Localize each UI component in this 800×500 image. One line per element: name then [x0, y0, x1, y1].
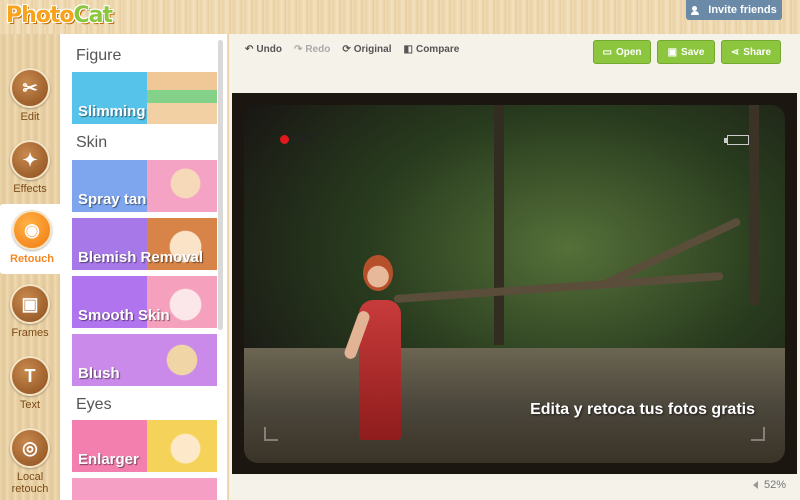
frame-corner-br: [751, 427, 765, 441]
card-spray-tan-label: Spray tan: [78, 191, 147, 208]
save-label: Save: [681, 46, 705, 58]
woman-head: [363, 255, 393, 291]
share-icon: ⋖: [730, 46, 740, 58]
invite-friends-label: Invite friends: [708, 4, 777, 16]
people-icon: [691, 5, 703, 15]
refresh-icon: ⟳: [342, 44, 351, 55]
invite-friends-button[interactable]: Invite friends: [686, 0, 782, 20]
share-button[interactable]: ⋖ Share: [721, 40, 781, 64]
compare-icon: ◧: [403, 44, 413, 55]
frame-corner-bl: [264, 427, 278, 441]
card-slimming-label: Slimming: [78, 103, 146, 120]
tree-trunk: [494, 105, 504, 345]
photo-caption: Edita y retoca tus fotos gratis: [530, 401, 755, 418]
blush-illustration: [147, 334, 217, 386]
zoom-out-icon[interactable]: [752, 481, 758, 489]
folder-icon: ▭: [602, 46, 612, 58]
frame-icon: ▣: [10, 284, 50, 324]
rec-label: REC: [293, 133, 317, 145]
tool-rail: ✂ Edit ✦ Effects ◉ Retouch ▣ Frames T Te…: [0, 34, 64, 500]
tool-text-label: Text: [19, 399, 41, 411]
card-smooth-skin[interactable]: Smooth Skin: [72, 276, 217, 328]
edited-photo: REC Edita y retoca tus fotos gratis: [244, 105, 785, 463]
category-figure: Figure: [76, 47, 122, 64]
tool-retouch-label: Retouch: [10, 253, 54, 265]
card-blemish-label: Blemish Removal: [78, 249, 204, 266]
card-next[interactable]: [72, 478, 217, 500]
rec-indicator: REC: [280, 133, 316, 145]
record-dot-icon: [280, 134, 289, 144]
open-label: Open: [615, 46, 642, 58]
card-blush[interactable]: Blush: [72, 334, 217, 386]
spray-tan-illustration: [147, 160, 217, 212]
card-blush-label: Blush: [78, 365, 120, 382]
edit-toolbar: ↶ Undo ↷ Redo ⟳ Original ◧ Compare: [245, 44, 459, 55]
save-button[interactable]: ▣ Save: [657, 40, 715, 64]
redo-icon: ↷: [293, 44, 303, 55]
logo-cat-text: Cat: [73, 3, 114, 28]
undo-icon: ↶: [245, 44, 254, 55]
logo-photo-text: Photo: [6, 3, 75, 28]
panel-scrollbar[interactable]: [218, 40, 223, 330]
category-eyes: Eyes: [76, 396, 112, 413]
tool-retouch[interactable]: ◉ Retouch: [0, 204, 64, 274]
zoom-value: 52%: [763, 479, 786, 491]
compare-label: Compare: [415, 44, 460, 55]
tool-text[interactable]: T Text: [0, 350, 60, 420]
tool-local-retouch-label: Local retouch: [11, 471, 49, 495]
app-logo[interactable]: PhotoCat: [6, 3, 114, 31]
undo-label: Undo: [256, 44, 282, 55]
slimming-illustration: [147, 72, 217, 124]
retouch-face-icon: ◉: [12, 210, 52, 250]
tool-frames[interactable]: ▣ Frames: [0, 278, 60, 348]
card-spray-tan[interactable]: Spray tan: [72, 160, 217, 212]
tool-edit[interactable]: ✂ Edit: [0, 62, 60, 132]
local-retouch-icon: ◎: [10, 428, 50, 468]
text-icon: T: [10, 356, 50, 396]
category-skin: Skin: [76, 134, 108, 151]
magic-wand-icon: ✦: [10, 140, 50, 180]
compare-button[interactable]: ◧ Compare: [404, 44, 460, 55]
tool-local-retouch[interactable]: ◎ Local retouch: [0, 422, 60, 495]
workspace: ↶ Undo ↷ Redo ⟳ Original ◧ Compare ▭ Ope…: [229, 34, 800, 500]
tool-edit-label: Edit: [20, 111, 40, 123]
card-enlarger-label: Enlarger: [78, 451, 139, 468]
card-slimming[interactable]: Slimming: [72, 72, 217, 124]
original-button[interactable]: ⟳ Original: [342, 44, 391, 55]
redo-label: Redo: [305, 44, 331, 55]
scissors-icon: ✂: [10, 68, 50, 108]
open-button[interactable]: ▭ Open: [593, 40, 651, 64]
redo-button[interactable]: ↷ Redo: [294, 44, 330, 55]
photo-canvas[interactable]: REC Edita y retoca tus fotos gratis: [232, 93, 797, 474]
tool-effects-label: Effects: [13, 183, 47, 195]
card-enlarger[interactable]: Enlarger: [72, 420, 217, 472]
original-label: Original: [353, 44, 392, 55]
tool-effects[interactable]: ✦ Effects: [0, 134, 60, 204]
fallen-branch: [393, 271, 724, 303]
undo-button[interactable]: ↶ Undo: [245, 44, 282, 55]
card-smooth-label: Smooth Skin: [78, 307, 170, 324]
tree-trunk-right: [749, 105, 759, 305]
enlarger-illustration: [147, 420, 217, 472]
battery-icon: [724, 135, 749, 145]
tool-frames-label: Frames: [11, 327, 49, 339]
top-bar: PhotoCat Invite friends: [0, 0, 800, 34]
card-blemish-removal[interactable]: Blemish Removal: [72, 218, 217, 270]
share-label: Share: [743, 46, 772, 58]
floppy-icon: ▣: [667, 46, 678, 58]
retouch-panel: Figure Slimming Skin Spray tan Blemish R…: [60, 34, 228, 500]
zoom-indicator[interactable]: 52%: [752, 479, 786, 491]
